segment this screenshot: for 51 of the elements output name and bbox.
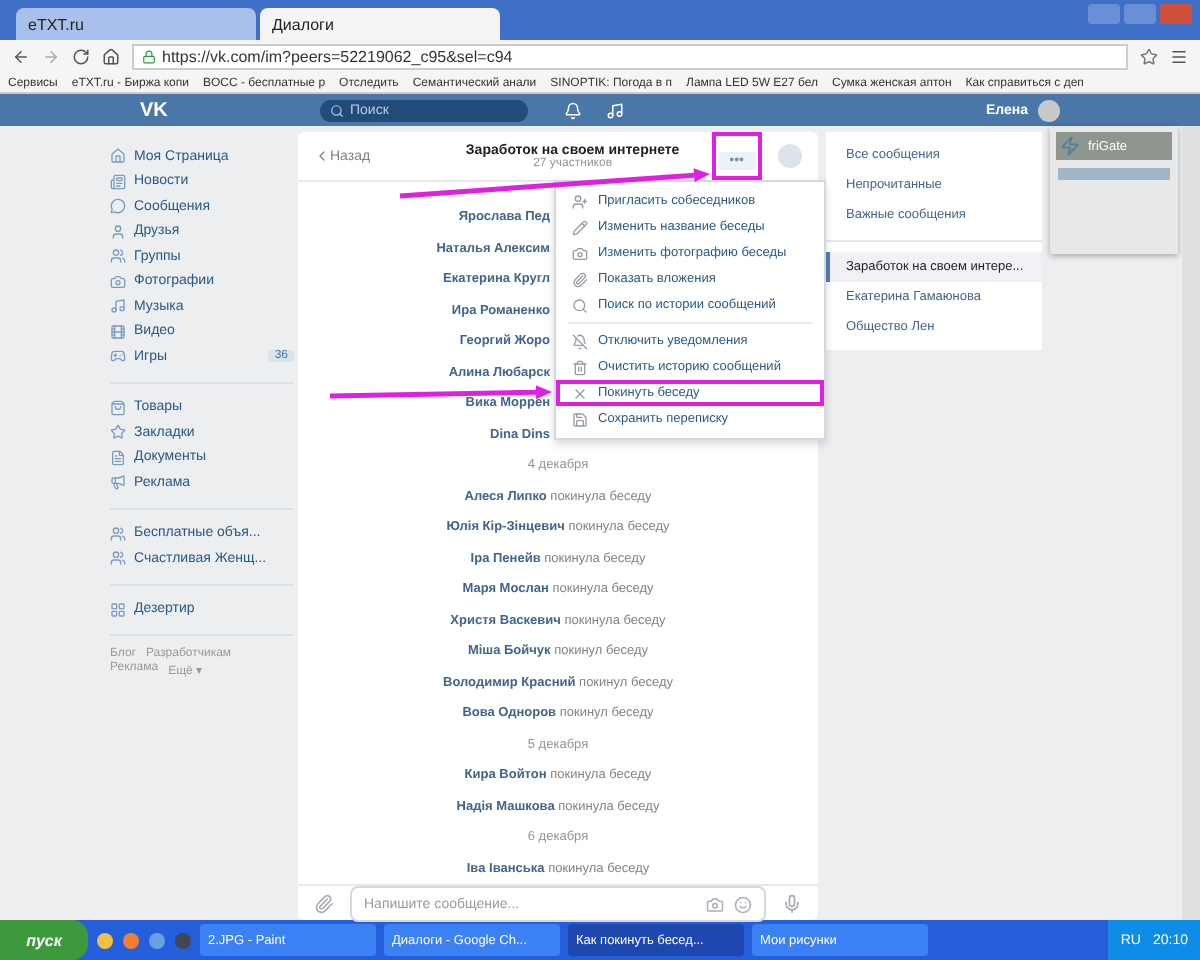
scrollbar[interactable] <box>1182 126 1200 920</box>
search-icon <box>330 103 344 117</box>
chat-avatar <box>778 144 802 168</box>
paperclip-icon[interactable] <box>314 894 334 914</box>
paperclip-icon <box>572 271 588 287</box>
search-icon <box>572 297 588 313</box>
people-icon <box>110 525 126 542</box>
people-icon <box>110 248 126 265</box>
camera-icon <box>110 273 126 290</box>
smiley-icon[interactable] <box>734 895 752 913</box>
chevron-left-icon <box>314 148 330 164</box>
extension-bar <box>1058 168 1170 180</box>
camera-icon[interactable] <box>706 895 724 913</box>
newspaper-icon <box>110 173 126 190</box>
gamepad-icon <box>110 348 126 365</box>
close-button[interactable] <box>1160 4 1192 24</box>
film-icon <box>110 323 126 340</box>
close-icon <box>572 385 588 401</box>
home-icon[interactable] <box>102 48 120 66</box>
back-icon[interactable] <box>12 48 30 66</box>
save-icon <box>572 411 588 427</box>
person-icon <box>110 223 126 240</box>
grid-icon <box>110 601 126 618</box>
lightning-icon <box>1060 136 1080 156</box>
address-field[interactable]: https://vk.com/im?peers=52219062_c95&sel=c94 <box>132 44 1128 70</box>
pencil-icon <box>572 219 588 235</box>
music-note-icon <box>110 298 126 315</box>
menu-icon[interactable] <box>1170 48 1188 66</box>
start-button[interactable]: пуск <box>0 920 88 960</box>
star-icon <box>110 424 126 441</box>
bell-off-icon <box>572 333 588 349</box>
bag-icon <box>110 399 126 416</box>
house-icon <box>110 148 126 165</box>
bell-icon[interactable] <box>564 101 582 119</box>
browser-tab[interactable]: eTXT.ru <box>16 8 256 40</box>
forward-icon[interactable] <box>42 48 60 66</box>
document-icon <box>110 449 126 466</box>
add-person-icon <box>572 193 588 209</box>
logo[interactable]: VK <box>140 99 280 121</box>
avatar[interactable] <box>1038 99 1060 121</box>
chat-bubble-icon <box>110 198 126 215</box>
browser-tab[interactable]: Диалоги <box>260 8 500 40</box>
microphone-icon[interactable] <box>782 894 802 914</box>
reload-icon[interactable] <box>72 48 90 66</box>
music-note-icon[interactable] <box>606 101 624 119</box>
trash-icon <box>572 359 588 375</box>
megaphone-icon <box>110 474 126 491</box>
camera-icon <box>572 245 588 261</box>
people-icon <box>110 550 126 567</box>
star-icon[interactable] <box>1140 48 1158 66</box>
lock-icon <box>142 50 156 64</box>
